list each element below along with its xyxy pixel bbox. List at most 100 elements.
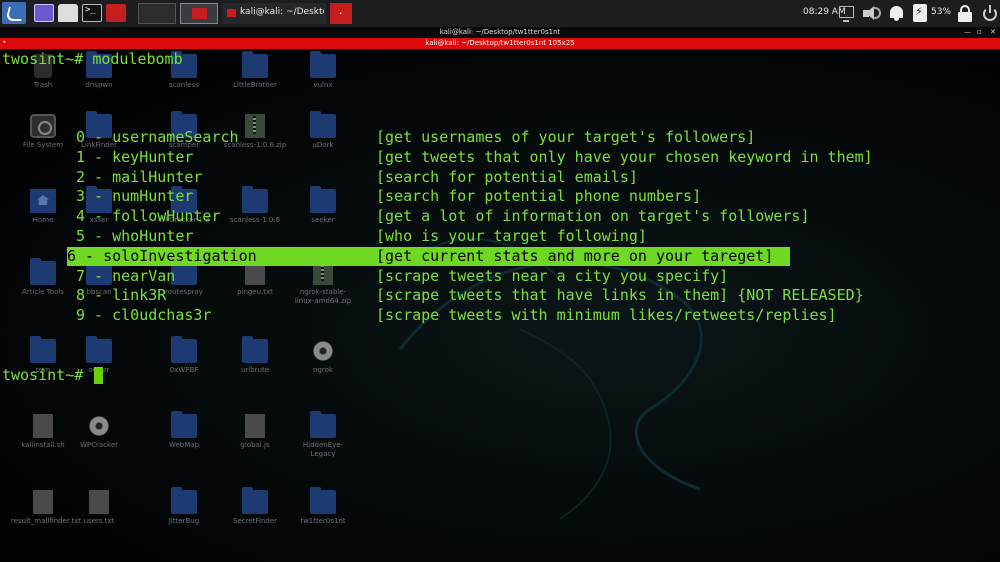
module-name: 3 - numHunter <box>76 187 194 206</box>
terminal-tab-title: kali@kali: ~/Desktop/tw1tter0s1nt 105x25 <box>425 39 575 47</box>
desktop-icon[interactable]: HiddenEye-Legacy <box>291 411 355 459</box>
taskbar-app-task[interactable] <box>330 3 352 24</box>
disk-icon <box>30 114 56 138</box>
desktop-icon[interactable]: WPCracker <box>67 414 131 450</box>
folder-icon <box>30 336 56 363</box>
notification-bell-icon[interactable] <box>888 4 906 22</box>
module-description: [search for potential phone numbers] <box>376 187 702 206</box>
desktop-icon[interactable]: users.txt <box>67 490 131 526</box>
desktop-icon-label: WPCracker <box>79 441 119 449</box>
desktop-icon[interactable]: File System <box>11 114 75 150</box>
minimize-button[interactable]: — <box>964 29 971 36</box>
module-description: [get a lot of information on target's fo… <box>376 207 810 226</box>
module-name: 8 - link3R <box>76 286 167 305</box>
folder-icon <box>310 411 336 438</box>
module-description: [who is your target following] <box>376 227 647 245</box>
desktop-icon[interactable]: Home <box>11 189 75 225</box>
prompt-line-1: twosint~# modulebomb <box>2 49 183 69</box>
module-row: 3 - numHunter [search for potential phone… <box>76 187 790 206</box>
desktop-icon-label: scanless <box>169 81 199 89</box>
module-description: [get usernames of your target's follower… <box>376 128 756 146</box>
desktop-icon[interactable]: SecretFinder <box>223 487 287 526</box>
module-row: 7 - nearVan [scrape tweets near a city yo… <box>76 267 790 286</box>
lock-screen-icon[interactable] <box>957 4 975 22</box>
workspace-thumbnail-1[interactable] <box>138 3 176 24</box>
terminal-launcher-icon[interactable] <box>82 4 102 22</box>
module-description: [search for potential emails] <box>376 167 638 186</box>
terminal-tab-bar[interactable]: ▪ kali@kali: ~/Desktop/tw1tter0s1nt 105x… <box>0 38 1000 49</box>
desktop-icon[interactable]: LittleBrother <box>223 51 287 90</box>
close-button[interactable]: ✕ <box>990 29 996 36</box>
home-icon <box>30 189 56 213</box>
folder-icon <box>242 336 268 363</box>
desktop-icon[interactable]: urlbrute <box>223 336 287 375</box>
terminal-cursor <box>94 367 103 384</box>
taskbar-terminal-task[interactable]: kali@kali: ~/Desktop/tw <box>222 3 326 24</box>
top-panel: kali@kali: ~/Desktop/tw 08:29 AM 53% <box>0 0 1000 27</box>
desktop-icon[interactable]: vulnx <box>291 51 355 90</box>
desktop-icon-label: tw1tter0s1nt <box>300 517 346 525</box>
desktop-icon[interactable]: kaliinstall.sh <box>11 414 75 450</box>
module-name: 6 - soloInvestigation <box>67 246 257 265</box>
folder-icon <box>310 487 336 514</box>
module-row: 9 - cl0udchas3r [scrape tweets with minim… <box>76 306 837 325</box>
power-icon[interactable] <box>981 4 999 22</box>
module-row: 2 - mailHunter [search for potential emai… <box>76 168 790 187</box>
desktop-icon[interactable]: Article Tools <box>11 258 75 297</box>
module-description: [get current stats and more on your tare… <box>376 246 774 265</box>
prompt-line-2[interactable]: twosint~# <box>2 365 83 385</box>
folder-icon <box>171 411 197 438</box>
volume-icon[interactable] <box>861 4 881 22</box>
module-description: [scrape tweets near a city you specify] <box>376 266 729 285</box>
desktop-icon[interactable]: global.js <box>223 414 287 450</box>
battery-percent: 53% <box>931 7 952 17</box>
desktop-icon[interactable]: WebMap <box>152 411 216 450</box>
desktop-icon-label: Article Tools <box>22 288 64 296</box>
prompt-text: twosint~# <box>2 366 84 384</box>
module-name: 5 - whoHunter <box>76 227 194 245</box>
battery-icon[interactable] <box>913 4 927 22</box>
folder-icon <box>242 487 268 514</box>
desktop-icon-label: 0xWPBF <box>169 366 199 374</box>
desktop-icon[interactable]: 0xWPBF <box>152 336 216 375</box>
window-title-bar[interactable]: kali@kali: ~/Desktop/tw1tter0s1nt — ▫ ✕ <box>0 27 1000 38</box>
maximize-button[interactable]: ▫ <box>977 29 982 36</box>
module-row: 5 - whoHunter [who is your target followi… <box>76 227 790 246</box>
module-name: 7 - nearVan <box>76 266 176 285</box>
gear-icon <box>310 339 336 363</box>
desktop-icon-label: users.txt <box>83 517 115 525</box>
module-row: 0 - usernameSearch [get usernames of your… <box>76 128 790 147</box>
module-row: 8 - link3R [scrape tweets that have links… <box>76 286 864 305</box>
module-name: 2 - mailHunter <box>76 167 203 186</box>
desktop-icon-label: SecretFinder <box>233 517 277 525</box>
desktop-icon-label: result_mailfinder.txt <box>11 517 81 525</box>
module-name: 0 - usernameSearch <box>76 128 239 146</box>
desktop-icon[interactable]: JitterBug <box>152 487 216 526</box>
module-row: 4 - followHunter [get a lot of informatio… <box>76 207 809 226</box>
desktop-icon[interactable]: result_mailfinder.txt <box>11 490 81 526</box>
workspace-thumbnail-2[interactable] <box>180 3 218 24</box>
window-thumb-icon <box>192 8 207 19</box>
desktop-icon-label: global.js <box>240 441 270 449</box>
module-name: 9 - cl0udchas3r <box>76 306 212 325</box>
file-manager-icon[interactable] <box>58 4 78 22</box>
gear-icon <box>86 414 112 438</box>
desktop-icon-label: kaliinstall.sh <box>21 441 65 449</box>
desktop-icon-label: JitterBug <box>168 517 200 525</box>
desktop-icon[interactable]: tw1tter0s1nt <box>291 487 355 526</box>
module-name: 4 - followHunter <box>76 207 221 226</box>
desktop-icon-label: File System <box>22 141 64 149</box>
display-icon[interactable] <box>839 6 854 22</box>
folder-icon <box>171 487 197 514</box>
kali-menu-icon[interactable] <box>2 2 26 24</box>
command-text: modulebomb <box>92 50 183 68</box>
module-description: [get tweets that only have your chosen k… <box>376 147 873 166</box>
folder-icon <box>30 258 56 285</box>
workspace-1-icon[interactable] <box>34 4 54 22</box>
recorder-icon[interactable] <box>106 4 126 22</box>
desktop-icon-label: Trash <box>33 81 53 89</box>
desktop-icon[interactable]: ngrok <box>291 339 355 375</box>
desktop-icon-label: HiddenEye-Legacy <box>302 441 344 458</box>
module-description: [scrape tweets with minimum likes/retwee… <box>376 306 837 325</box>
desktop-icon-label: vulnx <box>313 81 333 89</box>
